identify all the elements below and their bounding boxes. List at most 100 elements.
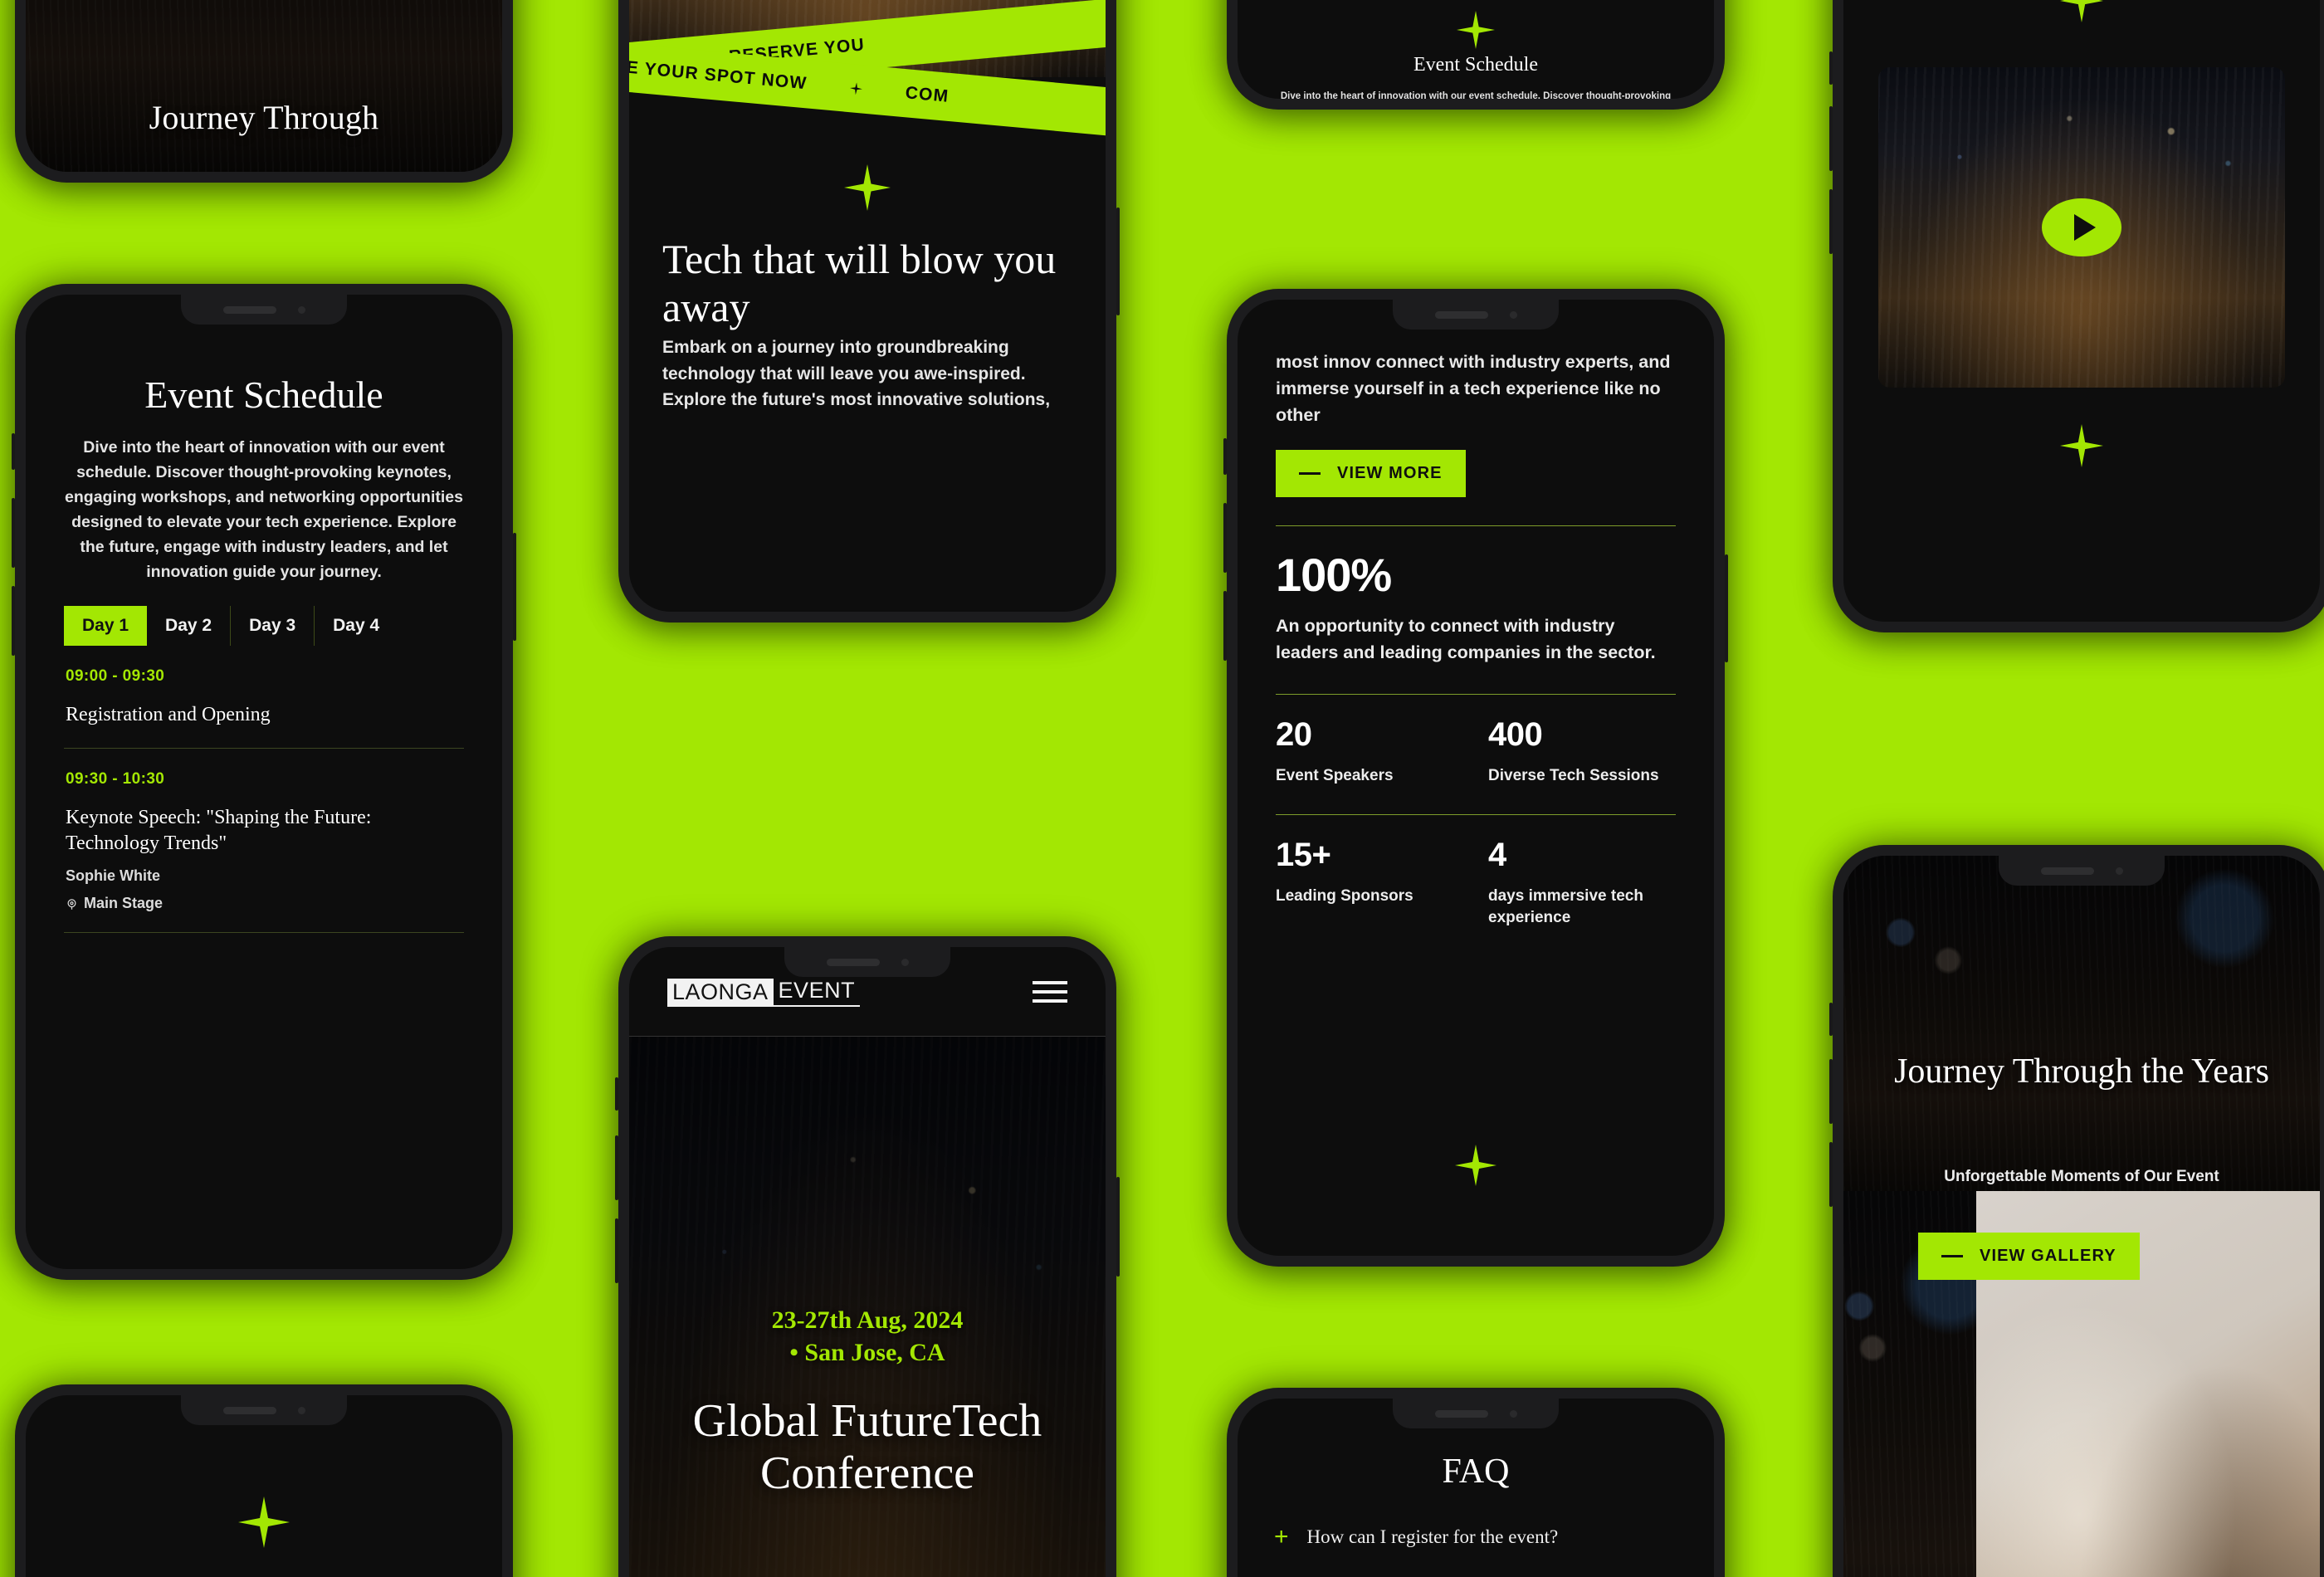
view-more-label: VIEW MORE xyxy=(1337,464,1443,483)
schedule-slot[interactable]: 09:00 - 09:30 Registration and Opening xyxy=(64,646,464,749)
phone-power-button[interactable] xyxy=(1116,1177,1120,1277)
phone-screen: Journey Through the Years Unforgettable … xyxy=(1843,856,2320,1577)
tech-paragraph: Embark on a journey into groundbreaking … xyxy=(662,338,1051,409)
gallery-heading: Journey Through the Years xyxy=(1894,1052,2269,1091)
day-tab-1[interactable]: Day 1 xyxy=(64,606,148,647)
front-camera xyxy=(2115,867,2123,875)
earpiece-speaker xyxy=(2040,867,2094,875)
schedule-slot[interactable]: 09:30 - 10:30 Keynote Speech: "Shaping t… xyxy=(64,749,464,933)
tech-heading: Tech that will blow you away xyxy=(662,236,1057,330)
stat-item: 400 Diverse Tech Sessions xyxy=(1488,716,1676,786)
view-gallery-button[interactable]: VIEW GALLERY xyxy=(1918,1233,2140,1280)
front-camera xyxy=(1509,1409,1517,1418)
phone-volume-down-button[interactable] xyxy=(1223,591,1227,661)
phone-mockup-schedule-small: Event Schedule Dive into the heart of in… xyxy=(1227,0,1725,110)
schedule-intro: Dive into the heart of innovation with o… xyxy=(65,438,463,582)
phone-mute-button[interactable] xyxy=(615,1077,618,1111)
phone-power-button[interactable] xyxy=(513,533,516,641)
slot-location-row: Main Stage xyxy=(66,895,462,912)
phone-mockup-tech: SOON RESERVE YOU SERVE YOUR SPOT NOW COM… xyxy=(618,0,1120,622)
hero-title: Global FutureTech Conference xyxy=(692,1395,1042,1499)
sparkle-icon xyxy=(2060,0,2103,22)
logo-part-two: EVENT xyxy=(773,977,861,1007)
plus-icon: + xyxy=(1274,1523,1289,1550)
phone-screen xyxy=(26,1395,502,1577)
phone-notch xyxy=(1999,856,2165,886)
phone-screen: Event Schedule Dive into the heart of in… xyxy=(26,295,502,1269)
phone-mute-button[interactable] xyxy=(1223,438,1227,475)
slot-title: Keynote Speech: "Shaping the Future: Tec… xyxy=(66,807,372,855)
phone-notch xyxy=(181,1395,347,1425)
photo-overlay xyxy=(1843,856,2320,1204)
phone-volume-up-button[interactable] xyxy=(1223,503,1227,573)
phone-volume-down-button[interactable] xyxy=(12,586,15,656)
dash-icon xyxy=(1941,1255,1963,1257)
faq-item[interactable]: + How can I register for the event? xyxy=(1274,1525,1677,1550)
phone-volume-down-button[interactable] xyxy=(1829,189,1833,254)
stats-grid-lower: 15+ Leading Sponsors 4 days immersive te… xyxy=(1276,837,1676,928)
phone-mute-button[interactable] xyxy=(1829,1003,1833,1036)
phone-volume-up-button[interactable] xyxy=(1829,1059,1833,1124)
view-more-button[interactable]: VIEW MORE xyxy=(1276,450,1466,498)
view-gallery-label: VIEW GALLERY xyxy=(1980,1247,2116,1265)
divider xyxy=(1276,693,1676,695)
play-icon[interactable] xyxy=(2042,198,2121,256)
earpiece-speaker xyxy=(222,1406,276,1414)
phone-notch xyxy=(784,947,950,977)
sparkle-icon xyxy=(1457,11,1495,49)
phone-power-button[interactable] xyxy=(1725,554,1728,662)
dash-icon xyxy=(1299,472,1321,476)
front-camera xyxy=(1509,310,1517,319)
day-tab-2[interactable]: Day 2 xyxy=(147,606,232,647)
phone-notch xyxy=(181,295,347,325)
phone-mockup-journey-top: Journey Through xyxy=(15,0,513,183)
phone-screen: SOON RESERVE YOU SERVE YOUR SPOT NOW COM… xyxy=(629,0,1106,612)
gallery-strip: VIEW GALLERY xyxy=(1843,1191,2320,1577)
phone-power-button[interactable] xyxy=(1116,208,1120,315)
gallery-hero-photo xyxy=(1843,856,2320,1204)
stat-item: 4 days immersive tech experience xyxy=(1488,837,1676,928)
schedule-small-heading: Event Schedule xyxy=(1413,54,1538,76)
brand-logo[interactable]: LAONGA EVENT xyxy=(667,977,861,1007)
event-date: 23-27th Aug, 2024 xyxy=(771,1306,964,1334)
slot-speaker: Sophie White xyxy=(66,867,160,884)
front-camera xyxy=(901,958,909,966)
sparkle-icon xyxy=(2060,424,2103,467)
sparkle-icon xyxy=(844,164,891,211)
phone-screen: most innov connect with industry experts… xyxy=(1238,300,1714,1256)
video-thumbnail[interactable] xyxy=(1878,67,2285,388)
highlight-number: 100% xyxy=(1276,549,1392,602)
phone-mockup-sparkle-left xyxy=(15,1384,513,1577)
phone-mockup-faq: FAQ + How can I register for the event? xyxy=(1227,1388,1725,1577)
stat-label: Diverse Tech Sessions xyxy=(1488,766,1659,784)
slot-time: 09:00 - 09:30 xyxy=(66,667,165,686)
hamburger-icon[interactable] xyxy=(1033,980,1067,1003)
day-tab-3[interactable]: Day 3 xyxy=(231,606,315,647)
tape-text-coming: COM xyxy=(904,83,950,106)
day-tab-4[interactable]: Day 4 xyxy=(315,606,398,646)
phone-volume-down-button[interactable] xyxy=(1829,1142,1833,1207)
phone-volume-up-button[interactable] xyxy=(1829,106,1833,171)
front-camera xyxy=(297,305,305,314)
location-pin-icon xyxy=(66,897,78,910)
phone-volume-up-button[interactable] xyxy=(615,1135,618,1200)
phone-volume-down-button[interactable] xyxy=(615,1218,618,1283)
earpiece-speaker xyxy=(826,958,880,966)
slot-location-text: Main Stage xyxy=(84,894,164,911)
phone-screen: Journey Through xyxy=(26,0,502,172)
stat-item: 15+ Leading Sponsors xyxy=(1276,837,1463,928)
poster-canvas: Journey Through Event Schedule Dive into… xyxy=(0,0,2324,1577)
phone-mockup-gallery: Journey Through the Years Unforgettable … xyxy=(1829,845,2324,1577)
stats-content: most innov connect with industry experts… xyxy=(1238,300,1714,1256)
logo-part-one: LAONGA xyxy=(667,978,774,1007)
stat-label: days immersive tech experience xyxy=(1488,887,1643,926)
stats-grid-upper: 20 Event Speakers 400 Diverse Tech Sessi… xyxy=(1276,716,1676,786)
phone-mute-button[interactable] xyxy=(1829,51,1833,85)
phone-mockup-stats: most innov connect with industry experts… xyxy=(1223,289,1728,1267)
photo-overlay xyxy=(26,0,502,172)
phone-notch xyxy=(1393,1399,1559,1428)
phone-volume-up-button[interactable] xyxy=(12,498,15,568)
stat-label: Leading Sponsors xyxy=(1276,887,1413,906)
phone-mockup-hero: LAONGA EVENT 23-27th Aug, 2024 • San Jos… xyxy=(615,936,1120,1577)
phone-mute-button[interactable] xyxy=(12,433,15,470)
